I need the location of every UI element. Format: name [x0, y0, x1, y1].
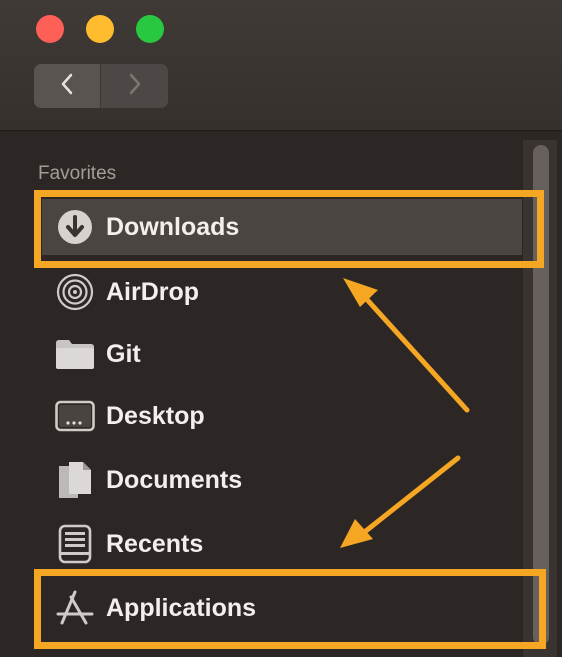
navigation-buttons: [34, 64, 168, 108]
applications-highlight-box: [34, 569, 546, 649]
forward-button[interactable]: [101, 64, 168, 108]
downloads-highlight-box: [34, 190, 544, 268]
close-button[interactable]: [36, 15, 64, 43]
sidebar-item-label: AirDrop: [106, 277, 200, 306]
chevron-right-icon: [127, 72, 143, 101]
sidebar-item-desktop[interactable]: Desktop: [42, 388, 522, 444]
minimize-button[interactable]: [86, 15, 114, 43]
desktop-icon: [54, 395, 96, 437]
recents-icon: [54, 523, 96, 565]
sidebar-item-label: Desktop: [106, 401, 205, 430]
toolbar: [0, 0, 562, 131]
documents-icon: [54, 459, 96, 501]
zoom-button[interactable]: [136, 15, 164, 43]
back-button[interactable]: [34, 64, 101, 108]
sidebar-item-airdrop[interactable]: AirDrop: [42, 264, 522, 320]
chevron-left-icon: [59, 72, 75, 101]
sidebar-item-label: Documents: [106, 465, 243, 494]
folder-icon: [54, 333, 96, 375]
airdrop-icon: [54, 271, 96, 313]
sidebar-item-git[interactable]: Git: [42, 326, 522, 382]
sidebar-item-recents[interactable]: Recents: [42, 516, 522, 572]
sidebar-item-label: Git: [106, 339, 141, 368]
sidebar-item-documents[interactable]: Documents: [42, 452, 522, 508]
favorites-section-title: Favorites: [38, 163, 117, 184]
finder-window: Favorites Downloads AirDrop Git Desktop …: [0, 0, 562, 657]
sidebar-item-label: Recents: [106, 529, 204, 558]
